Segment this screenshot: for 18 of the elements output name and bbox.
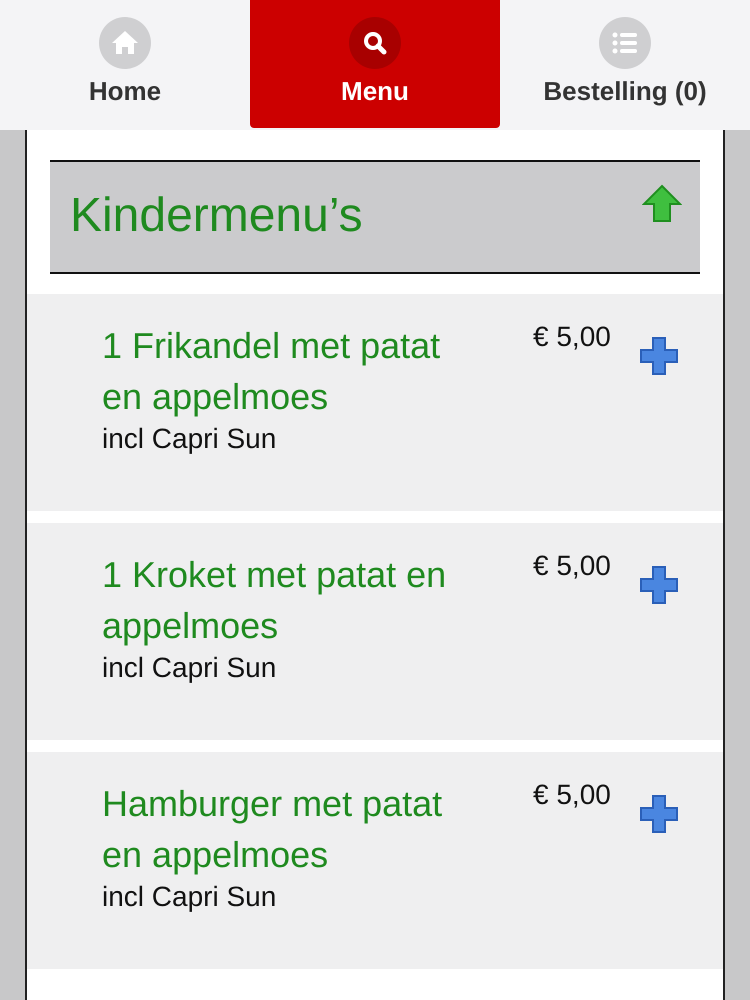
item-price: € 5,00 bbox=[533, 320, 611, 350]
add-icon[interactable] bbox=[638, 794, 679, 834]
item-price: € 5,00 bbox=[533, 778, 611, 808]
item-name: Hamburger met patat en appelmoes bbox=[102, 782, 444, 877]
search-icon bbox=[349, 17, 401, 69]
item-price: € 5,00 bbox=[533, 549, 611, 579]
up-arrow-icon[interactable] bbox=[642, 184, 682, 224]
tab[interactable]: Menu bbox=[250, 0, 500, 128]
item-description: incl Capri Sun bbox=[102, 651, 278, 685]
item-name: 1 Kroket met patat en appelmoes bbox=[102, 553, 448, 648]
home-icon bbox=[99, 17, 151, 69]
section-title: Kindermenu’s bbox=[70, 188, 363, 244]
item-description: incl Capri Sun bbox=[102, 422, 278, 456]
item-description: incl Capri Sun bbox=[102, 880, 278, 914]
add-icon[interactable] bbox=[638, 336, 679, 376]
list-icon bbox=[599, 17, 651, 69]
item-name: 1 Frikandel met patat en appelmoes bbox=[102, 324, 442, 419]
add-icon[interactable] bbox=[638, 565, 679, 605]
